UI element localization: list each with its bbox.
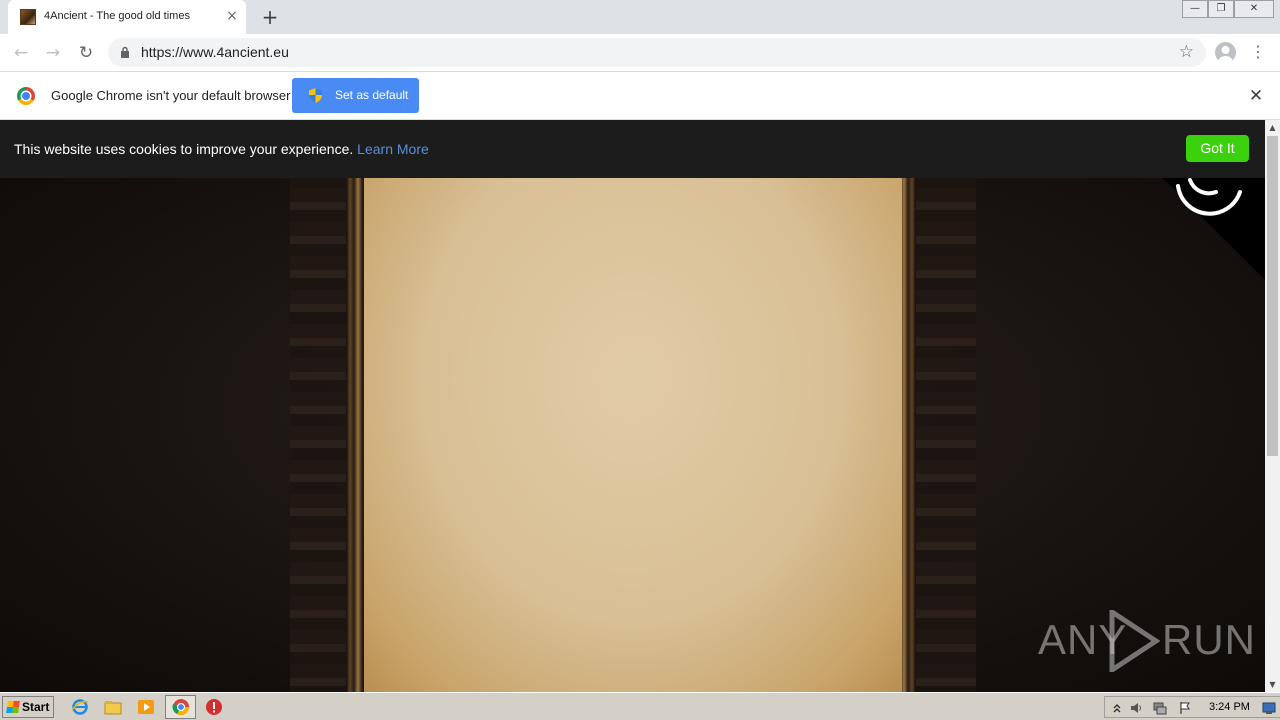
system-tray: 3:24 PM — [1104, 696, 1280, 718]
right-ornament — [916, 120, 976, 692]
cookie-banner: This website uses cookies to improve you… — [0, 120, 1265, 178]
address-bar[interactable]: https://www.4ancient.eu ☆ — [108, 38, 1206, 67]
taskbar-clock[interactable]: 3:24 PM — [1209, 701, 1250, 713]
infobar-message: Google Chrome isn't your default browser — [51, 88, 291, 103]
start-button[interactable]: Start — [2, 696, 54, 718]
new-tab-button[interactable]: + — [259, 6, 281, 28]
browser-tab[interactable]: 4Ancient - The good old times × — [8, 0, 246, 34]
tab-title: 4Ancient - The good old times — [44, 10, 190, 22]
site-favicon-icon — [20, 9, 36, 25]
forward-button[interactable]: → — [42, 42, 64, 64]
scroll-down-arrow-icon[interactable]: ▼ — [1265, 677, 1280, 692]
show-hidden-icons-icon[interactable] — [1110, 701, 1124, 715]
scroll-thumb[interactable] — [1267, 136, 1278, 456]
default-browser-infobar: Google Chrome isn't your default browser… — [0, 72, 1280, 120]
infobar-close-icon[interactable]: ✕ — [1246, 86, 1266, 106]
restore-button[interactable]: ❐ — [1208, 0, 1234, 18]
media-player-icon[interactable] — [137, 698, 155, 716]
uac-shield-icon — [309, 88, 322, 103]
set-as-default-label: Set as default — [335, 88, 409, 102]
play-triangle-icon — [1109, 610, 1160, 672]
reload-button[interactable]: ↻ — [75, 42, 97, 64]
learn-more-link[interactable]: Learn More — [357, 141, 429, 157]
left-ornament — [290, 120, 350, 692]
start-label: Start — [22, 700, 50, 714]
cookie-message: This website uses cookies to improve you… — [14, 141, 354, 157]
network-icon[interactable] — [1153, 701, 1167, 715]
browser-menu-button[interactable]: ⋮ — [1250, 41, 1266, 63]
page-content: ANY RUN — [0, 120, 1265, 692]
cookie-message-row: This website uses cookies to improve you… — [14, 141, 429, 157]
windows-logo-icon — [6, 701, 20, 713]
vertical-scrollbar[interactable]: ▲ ▼ — [1265, 120, 1280, 692]
back-button[interactable]: ← — [10, 42, 32, 64]
lock-icon — [121, 46, 129, 58]
minimize-button[interactable]: — — [1182, 0, 1208, 18]
chrome-logo-icon — [17, 87, 35, 105]
anyrun-watermark: ANY RUN — [1038, 610, 1255, 672]
taskbar-chrome-button[interactable] — [165, 695, 196, 719]
browser-toolbar: ← → ↻ https://www.4ancient.eu ☆ ⋮ — [0, 34, 1280, 72]
file-explorer-icon[interactable] — [104, 698, 122, 716]
parchment-panel — [364, 120, 902, 692]
action-center-flag-icon[interactable] — [1178, 701, 1192, 715]
stop-sign-icon[interactable] — [205, 698, 223, 716]
tab-strip: 4Ancient - The good old times × + — ❐ ✕ — [0, 0, 1280, 34]
set-as-default-button[interactable]: Set as default — [292, 78, 419, 113]
chrome-taskbar-icon — [172, 699, 190, 716]
profile-avatar-icon[interactable] — [1215, 42, 1236, 63]
url-text[interactable]: https://www.4ancient.eu — [141, 44, 289, 60]
tab-close-icon[interactable]: × — [224, 8, 240, 24]
internet-explorer-icon[interactable] — [71, 698, 89, 716]
show-desktop-icon[interactable] — [1262, 701, 1276, 715]
close-window-button[interactable]: ✕ — [1234, 0, 1274, 18]
watermark-right-text: RUN — [1162, 616, 1256, 663]
windows-taskbar: Start 3:24 PM — [0, 692, 1280, 720]
person-icon — [1218, 46, 1233, 63]
scroll-up-arrow-icon[interactable]: ▲ — [1265, 120, 1280, 135]
speaker-icon[interactable] — [1129, 701, 1143, 715]
bookmark-star-icon[interactable]: ☆ — [1179, 42, 1194, 62]
got-it-button[interactable]: Got It — [1186, 135, 1249, 162]
